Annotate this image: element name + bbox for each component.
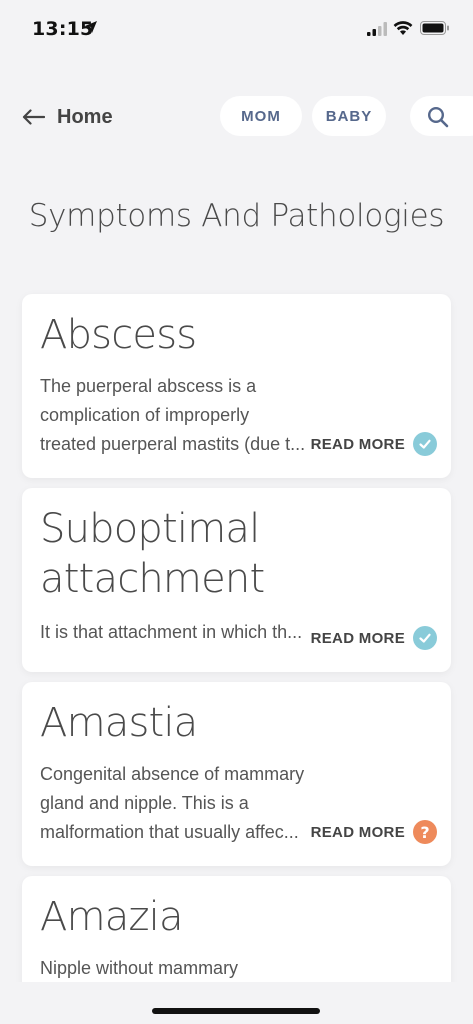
card-title: Amazia <box>40 894 183 940</box>
back-button[interactable]: Home <box>22 96 113 138</box>
read-more-label: READ MORE <box>310 823 405 841</box>
arrow-left-icon <box>22 109 45 125</box>
card-abscess[interactable]: Abscess The puerperal abscess is a compl… <box>22 294 451 478</box>
read-more-button[interactable]: READ MORE <box>311 626 437 650</box>
read-more-label: READ MORE <box>310 629 405 647</box>
signal-icon <box>367 22 387 36</box>
back-label: Home <box>57 105 113 128</box>
search-icon <box>427 106 449 128</box>
home-indicator[interactable] <box>152 1008 320 1014</box>
checkmark-icon <box>413 432 437 456</box>
bottom-safe-area <box>0 982 473 1024</box>
wifi-icon <box>393 21 413 35</box>
checkmark-icon <box>413 626 437 650</box>
read-more-button[interactable]: READ MORE <box>311 432 437 456</box>
card-amastia[interactable]: Amastia Congenital absence of mammary gl… <box>22 682 451 866</box>
search-button[interactable] <box>410 96 473 136</box>
card-title: Suboptimal attachment <box>40 506 265 602</box>
location-arrow-icon <box>85 21 97 33</box>
card-suboptimal-attachment[interactable]: Suboptimal attachment It is that attachm… <box>22 488 451 672</box>
top-navigation: Home MOM BABY <box>0 96 473 138</box>
card-description: Nipple without mammary <box>40 958 239 978</box>
tab-mom[interactable]: MOM <box>220 96 302 136</box>
card-title: Amastia <box>40 700 198 746</box>
card-title: Abscess <box>40 312 197 358</box>
read-more-label: READ MORE <box>310 435 405 453</box>
page-title: Symptoms And Pathologies <box>28 198 445 234</box>
card-description: Congenital absence of mammary gland and … <box>40 764 305 842</box>
read-more-button[interactable]: READ MORE ? <box>311 820 437 844</box>
status-bar: 13:15 <box>0 0 473 60</box>
question-icon: ? <box>413 820 437 844</box>
card-description: It is that attachment in which th... <box>40 622 303 642</box>
card-description: The puerperal abscess is a complication … <box>40 376 306 454</box>
tab-baby[interactable]: BABY <box>312 96 386 136</box>
battery-icon <box>420 21 449 35</box>
